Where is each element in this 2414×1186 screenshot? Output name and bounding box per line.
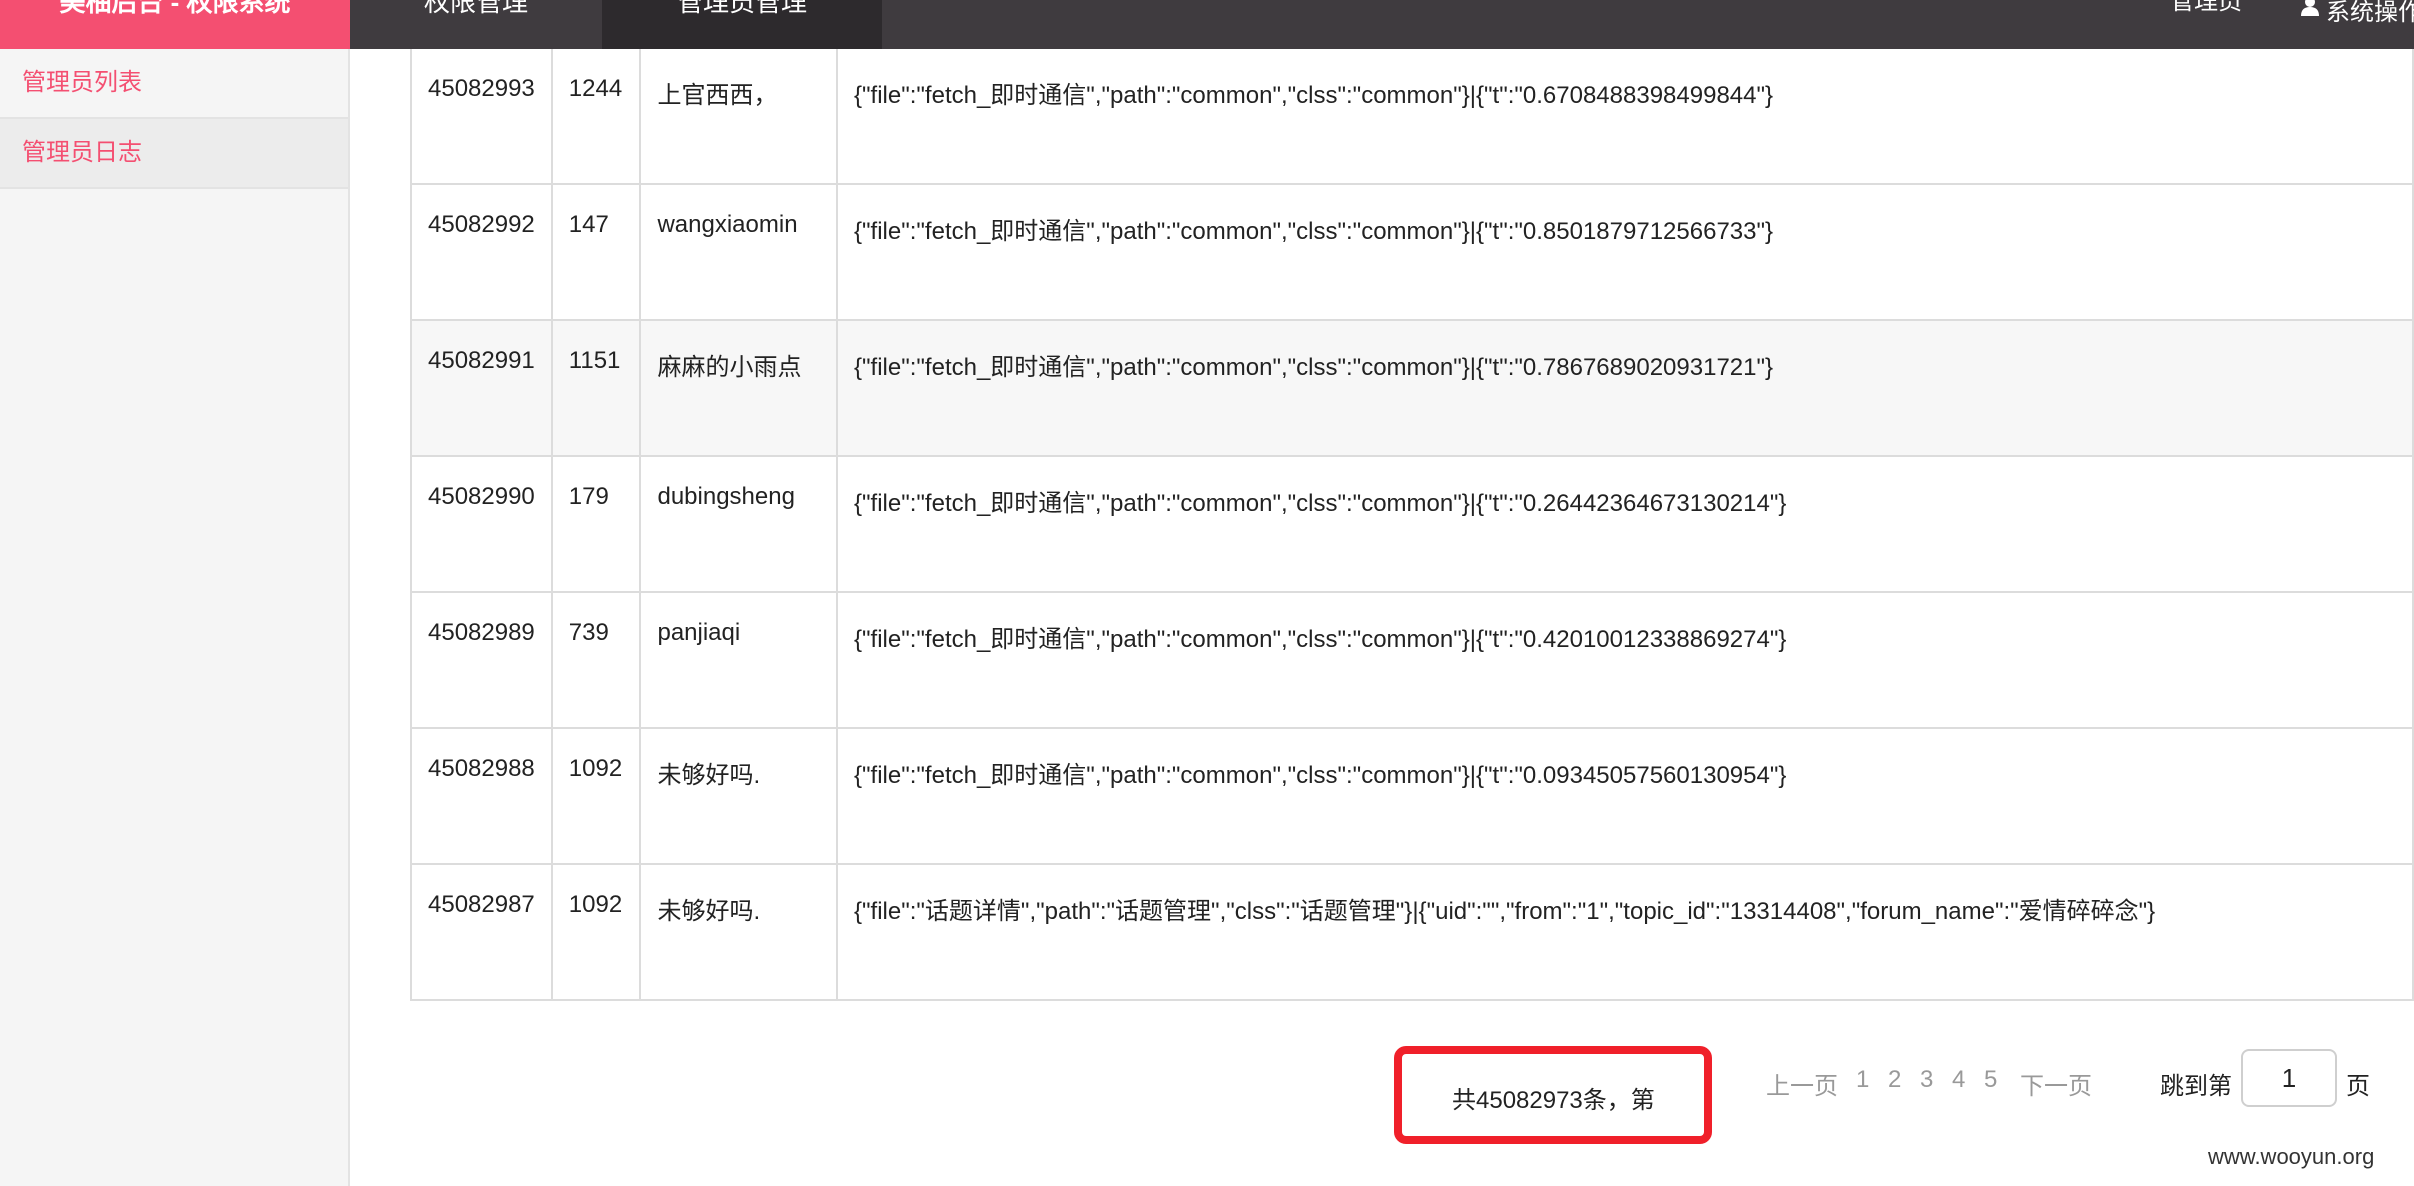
username-cell: wangxiaomin (639, 183, 838, 321)
watermark: www.wooyun.org (2208, 1144, 2375, 1169)
tab-admin-management[interactable]: 管理员管理 (602, 0, 882, 49)
user-id-cell: 1244 (550, 49, 642, 185)
table-row: 45082990 179 dubingsheng {"file":"fetch_… (410, 455, 2414, 593)
log-id-cell: 45082990 (410, 455, 553, 593)
sidebar-item-admin-list[interactable]: 管理员列表 (0, 49, 348, 119)
admin-menu[interactable]: 管理员 (2170, 0, 2260, 49)
page-link-1[interactable]: 1 (1856, 1066, 1869, 1094)
page-link-4[interactable]: 4 (1952, 1066, 1965, 1094)
sidebar: 管理员列表 管理员日志 (0, 49, 350, 1186)
log-id-cell: 45082993 (410, 49, 553, 185)
page-link-2[interactable]: 2 (1888, 1066, 1901, 1094)
log-id-cell: 45082989 (410, 591, 553, 729)
system-operations-menu[interactable]: 系统操作 (2300, 0, 2414, 49)
request-data-cell: {"file":"fetch_即时通信","path":"common","cl… (836, 49, 2414, 185)
username-cell: dubingsheng (639, 455, 838, 593)
table-row: 45082991 1151 麻麻的小雨点 {"file":"fetch_即时通信… (410, 319, 2414, 457)
table-row: 45082989 739 panjiaqi {"file":"fetch_即时通… (410, 591, 2414, 729)
page-suffix-label: 页 (2346, 1073, 2370, 1100)
user-icon (2301, 0, 2319, 16)
jump-page-input[interactable] (2241, 1049, 2337, 1107)
request-data-cell: {"file":"fetch_即时通信","path":"common","cl… (836, 455, 2414, 593)
next-page-link[interactable]: 下一页 (2020, 1066, 2092, 1101)
prev-page-link[interactable]: 上一页 (1766, 1066, 1838, 1101)
table-row: 45082992 147 wangxiaomin {"file":"fetch_… (410, 183, 2414, 321)
username-cell: 麻麻的小雨点 (639, 319, 838, 457)
user-id-cell: 179 (550, 455, 642, 593)
user-id-cell: 1092 (550, 727, 642, 865)
page-link-3[interactable]: 3 (1920, 1066, 1933, 1094)
table-row: 45082987 1092 未够好吗. {"file":"话题详情","path… (410, 863, 2414, 1001)
system-operations-label: 系统操作 (2326, 0, 2414, 26)
username-cell: 未够好吗. (639, 863, 838, 1001)
log-id-cell: 45082987 (410, 863, 553, 1001)
username-cell: 上官西西， (639, 49, 838, 185)
username-cell: 未够好吗. (639, 727, 838, 865)
username-cell: panjiaqi (639, 591, 838, 729)
request-data-cell: {"file":"fetch_即时通信","path":"common","cl… (836, 591, 2414, 729)
total-count-text: 共45082973条，第1/3005532页 (1452, 1087, 1655, 1114)
user-id-cell: 1092 (550, 863, 642, 1001)
top-navbar: 美柚后台 - 权限系统 权限管理 管理员管理 管理员 系统操作 (0, 0, 2414, 49)
request-data-cell: {"file":"fetch_即时通信","path":"common","cl… (836, 183, 2414, 321)
table-row: 45082993 1244 上官西西， {"file":"fetch_即时通信"… (410, 49, 2414, 185)
sidebar-item-admin-log[interactable]: 管理员日志 (0, 119, 348, 189)
log-id-cell: 45082988 (410, 727, 553, 865)
page-link-5[interactable]: 5 (1984, 1066, 1997, 1094)
table-row: 45082988 1092 未够好吗. {"file":"fetch_即时通信"… (410, 727, 2414, 865)
user-id-cell: 739 (550, 591, 642, 729)
user-id-cell: 147 (550, 183, 642, 321)
tab-permission-management[interactable]: 权限管理 (350, 0, 602, 49)
request-data-cell: {"file":"fetch_即时通信","path":"common","cl… (836, 319, 2414, 457)
admin-log-table: 45082993 1244 上官西西， {"file":"fetch_即时通信"… (410, 49, 2414, 1001)
log-id-cell: 45082991 (410, 319, 553, 457)
jump-to-page-label: 跳到第 (2160, 1073, 2232, 1100)
user-id-cell: 1151 (550, 319, 642, 457)
log-id-cell: 45082992 (410, 183, 553, 321)
brand-title[interactable]: 美柚后台 - 权限系统 (0, 0, 350, 49)
total-count-highlight: 共45082973条，第1/3005532页 (1394, 1046, 1712, 1144)
request-data-cell: {"file":"fetch_即时通信","path":"common","cl… (836, 727, 2414, 865)
request-data-cell: {"file":"话题详情","path":"话题管理","clss":"话题管… (836, 863, 2414, 1001)
